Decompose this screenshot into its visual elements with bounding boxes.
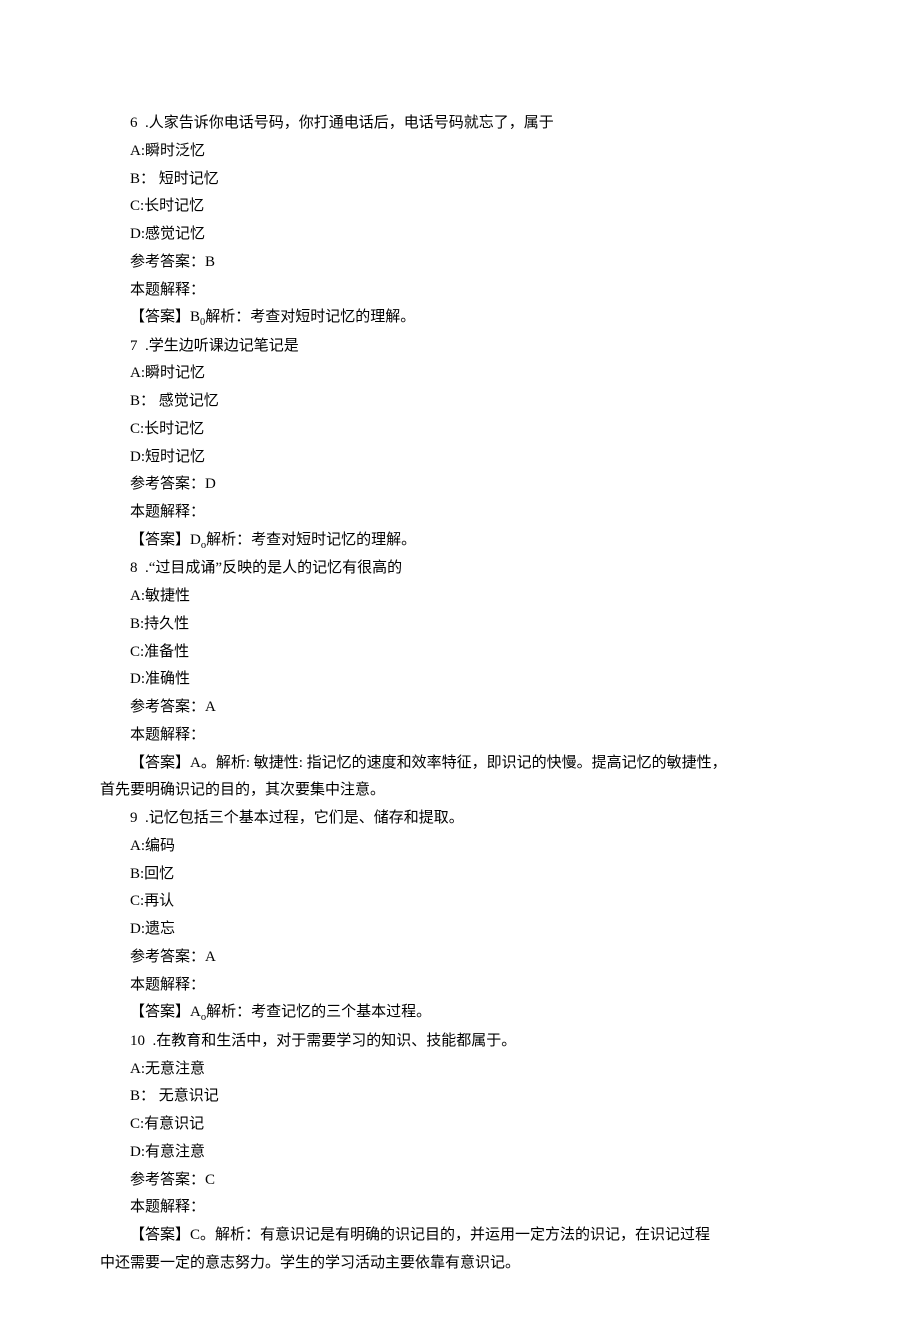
q7-stem: .学生边听课边记笔记是 <box>145 338 299 354</box>
q10-option-b: B： 无意识记 <box>100 1083 820 1111</box>
q9-expl-header: 本题解释： <box>100 972 820 1000</box>
q7-expl-post: 解析：考查对短时记忆的理解。 <box>206 532 416 548</box>
q7-expl-pre: 【答案】D <box>130 532 201 548</box>
q8-option-c: C:准备性 <box>100 639 820 667</box>
q9-option-a: A:编码 <box>100 833 820 861</box>
q6-option-c: C:长时记忆 <box>100 193 820 221</box>
q10-stem: .在教育和生活中，对于需要学习的知识、技能都属于。 <box>153 1033 517 1049</box>
q7-expl-header: 本题解释： <box>100 499 820 527</box>
q9-number: 9 <box>130 810 138 826</box>
q10-explanation-line1: 【答案】C。解析：有意识记是有明确的识记目的，并运用一定方法的识记，在识记过程 <box>100 1222 820 1250</box>
q6-expl-header: 本题解释： <box>100 277 820 305</box>
q9-explanation: 【答案】Ao解析：考查记忆的三个基本过程。 <box>100 999 820 1027</box>
question-6: 6 .人家告诉你电话号码，你打通电话后，电话号码就忘了，属于 <box>100 110 820 138</box>
q9-answer: 参考答案：A <box>100 944 820 972</box>
q6-stem: .人家告诉你电话号码，你打通电话后，电话号码就忘了，属于 <box>145 115 554 131</box>
q7-option-b: B： 感觉记忆 <box>100 388 820 416</box>
q10-explanation-line2: 中还需要一定的意志努力。学生的学习活动主要依靠有意识记。 <box>100 1250 820 1278</box>
q8-explanation-line2: 首先要明确识记的目的，其次要集中注意。 <box>100 777 820 805</box>
q9-option-b: B:回忆 <box>100 861 820 889</box>
q6-b-label: B： <box>130 171 155 187</box>
q10-expl-header: 本题解释： <box>100 1194 820 1222</box>
q9-option-c: C:再认 <box>100 888 820 916</box>
q7-option-c: C:长时记忆 <box>100 416 820 444</box>
q8-option-d: D:准确性 <box>100 666 820 694</box>
q7-b-label: B： <box>130 393 155 409</box>
q7-answer: 参考答案：D <box>100 471 820 499</box>
q7-b-text: 感觉记忆 <box>159 393 219 409</box>
q6-option-d: D:感觉记忆 <box>100 221 820 249</box>
q8-explanation-line1: 【答案】A。解析: 敏捷性: 指记忆的速度和效率特征，即识记的快慢。提高记忆的敏… <box>100 750 820 778</box>
q8-option-b: B:持久性 <box>100 611 820 639</box>
q7-explanation: 【答案】Do解析：考查对短时记忆的理解。 <box>100 527 820 555</box>
q6-option-a: A:瞬时泛忆 <box>100 138 820 166</box>
q9-expl-post: 解析：考查记忆的三个基本过程。 <box>206 1004 431 1020</box>
question-8: 8 .“过目成诵”反映的是人的记忆有很高的 <box>100 555 820 583</box>
question-7: 7 .学生边听课边记笔记是 <box>100 333 820 361</box>
q8-answer: 参考答案：A <box>100 694 820 722</box>
q7-option-a: A:瞬时记忆 <box>100 360 820 388</box>
q10-b-label: B： <box>130 1088 155 1104</box>
q8-option-a: A:敏捷性 <box>100 583 820 611</box>
q6-number: 6 <box>130 115 138 131</box>
q6-expl-post: 解析：考查对短时记忆的理解。 <box>205 309 415 325</box>
q8-number: 8 <box>130 560 138 576</box>
q9-stem: .记忆包括三个基本过程，它们是、储存和提取。 <box>145 810 464 826</box>
q6-option-b: B： 短时记忆 <box>100 166 820 194</box>
question-10: 10 .在教育和生活中，对于需要学习的知识、技能都属于。 <box>100 1028 820 1056</box>
q6-b-text: 短时记忆 <box>159 171 219 187</box>
q8-expl-header: 本题解释： <box>100 722 820 750</box>
q10-option-a: A:无意注意 <box>100 1056 820 1084</box>
q7-option-d: D:短时记忆 <box>100 444 820 472</box>
q10-option-c: C:有意识记 <box>100 1111 820 1139</box>
q10-number: 10 <box>130 1033 145 1049</box>
q7-number: 7 <box>130 338 138 354</box>
q9-expl-pre: 【答案】A <box>130 1004 201 1020</box>
question-9: 9 .记忆包括三个基本过程，它们是、储存和提取。 <box>100 805 820 833</box>
q10-b-text: 无意识记 <box>159 1088 219 1104</box>
q9-option-d: D:遗忘 <box>100 916 820 944</box>
q6-answer: 参考答案：B <box>100 249 820 277</box>
q10-answer: 参考答案：C <box>100 1167 820 1195</box>
q6-expl-pre: 【答案】B <box>130 309 200 325</box>
q8-stem: .“过目成诵”反映的是人的记忆有很高的 <box>145 560 402 576</box>
q10-option-d: D:有意注意 <box>100 1139 820 1167</box>
q6-explanation: 【答案】B0解析：考查对短时记忆的理解。 <box>100 304 820 332</box>
